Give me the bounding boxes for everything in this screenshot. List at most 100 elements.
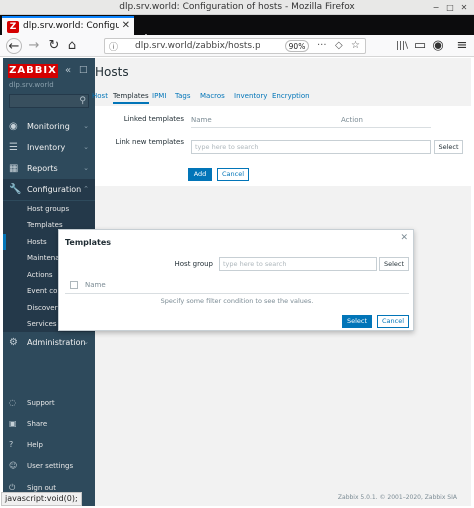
chevron-down-icon: ⌄	[83, 164, 89, 172]
submenu-host-groups[interactable]: Host groups	[3, 201, 95, 217]
zoom-indicator[interactable]: 90%	[285, 40, 309, 52]
forward-button[interactable]: →	[26, 38, 42, 54]
linked-name-header: Name	[191, 116, 212, 124]
sidebar-share-link[interactable]: ▣ Share	[3, 417, 95, 433]
tab-label: dlp.srv.world: Configurati	[23, 21, 119, 31]
help-label: Help	[27, 441, 43, 449]
maximize-icon[interactable]: □	[445, 3, 455, 12]
support-label: Support	[27, 399, 55, 407]
tab-close-icon[interactable]: ✕	[122, 20, 130, 31]
sidebar-search-input[interactable]: ⚲	[9, 94, 89, 108]
account-icon[interactable]: ◉	[430, 38, 446, 54]
sidebar-item-configuration[interactable]: 🔧 Configuration ⌃	[3, 179, 95, 200]
host-group-label: Host group	[174, 260, 214, 268]
user-settings-label: User settings	[27, 462, 74, 470]
sidebar-item-label: Reports	[27, 164, 58, 173]
cancel-button[interactable]: Cancel	[217, 168, 249, 181]
search-icon[interactable]: ⚲	[79, 96, 86, 106]
chevron-down-icon: ⌄	[83, 338, 89, 346]
sidebar-user-settings-link[interactable]: ☺ User settings	[3, 459, 95, 475]
link-new-templates-label: Link new templates	[115, 138, 185, 146]
tab-tags[interactable]: Tags	[175, 92, 191, 100]
empty-message: Specify some filter condition to see the…	[160, 297, 314, 305]
tab-templates[interactable]: Templates	[113, 92, 149, 104]
tab-ipmi[interactable]: IPMI	[152, 92, 166, 100]
tab-host[interactable]: Host	[92, 92, 108, 100]
templates-form: Linked templates Name Action Link new te…	[95, 106, 471, 186]
pocket-icon[interactable]: ◇	[335, 40, 343, 51]
page-actions-icon[interactable]: ···	[317, 40, 327, 51]
sidebar-item-reports[interactable]: ▦ Reports ⌄	[3, 158, 95, 179]
expand-sidebar-icon[interactable]: □	[79, 65, 88, 75]
zabbix-favicon-icon: Z	[7, 21, 19, 33]
divider	[191, 127, 431, 128]
page: ZABBIX « □ dlp.srv.world ⚲ ◉ Monitoring …	[3, 58, 471, 506]
share-icon: ▣	[9, 419, 17, 428]
linked-action-header: Action	[341, 116, 363, 124]
reader-view-icon[interactable]: ▭	[412, 38, 428, 54]
eye-icon: ◉	[9, 121, 18, 132]
dialog-select-button[interactable]: Select	[342, 315, 372, 328]
name-column-header[interactable]: Name	[85, 281, 106, 289]
window-titlebar: dlp.srv.world: Configuration of hosts - …	[0, 0, 474, 15]
chevron-down-icon: ⌄	[83, 143, 89, 151]
sidebar-item-monitoring[interactable]: ◉ Monitoring ⌄	[3, 116, 95, 137]
site-info-icon[interactable]: ⓘ	[109, 40, 118, 53]
sidebar-help-link[interactable]: ? Help	[3, 438, 95, 454]
back-button[interactable]: ←	[6, 38, 22, 54]
tab-encryption[interactable]: Encryption	[272, 92, 310, 100]
server-name: dlp.srv.world	[9, 81, 54, 89]
select-templates-button[interactable]: Select	[434, 140, 463, 154]
share-label: Share	[27, 420, 48, 428]
tab-inventory[interactable]: Inventory	[234, 92, 267, 100]
help-icon: ?	[9, 440, 14, 449]
home-button[interactable]: ⌂	[64, 38, 80, 54]
gear-icon: ⚙	[9, 337, 18, 348]
chevron-up-icon: ⌃	[83, 185, 89, 193]
divider	[65, 293, 409, 294]
sidebar-support-link[interactable]: ◌ Support	[3, 396, 95, 412]
support-icon: ◌	[9, 398, 16, 407]
sign-out-label: Sign out	[27, 484, 56, 492]
url-bar[interactable]: ⓘ dlp.srv.world/zabbix/hosts.php? 90% ··…	[104, 38, 366, 54]
wrench-icon: 🔧	[9, 184, 22, 195]
close-window-icon[interactable]: ✕	[459, 3, 469, 12]
sidebar-item-label: Configuration	[27, 185, 82, 194]
status-bar: javascript:void(0);	[1, 492, 82, 506]
sidebar-item-inventory[interactable]: ☰ Inventory ⌄	[3, 137, 95, 158]
report-icon: ▦	[9, 163, 19, 174]
nav-bar: ← → ↻ ⌂ ⓘ dlp.srv.world/zabbix/hosts.php…	[0, 35, 474, 57]
collapse-sidebar-icon[interactable]: «	[65, 65, 71, 76]
page-title: Hosts	[95, 65, 129, 79]
tab-strip: Z dlp.srv.world: Configurati ✕ +	[0, 15, 474, 47]
select-all-checkbox[interactable]	[70, 281, 78, 289]
sidebar-item-label: Inventory	[27, 143, 66, 152]
bookmark-star-icon[interactable]: ☆	[351, 40, 360, 51]
dialog-title: Templates	[65, 238, 112, 247]
host-group-input[interactable]: type here to search	[219, 257, 377, 271]
library-icon[interactable]: |||\	[394, 38, 410, 54]
linked-templates-label: Linked templates	[123, 115, 184, 123]
reload-button[interactable]: ↻	[46, 38, 62, 54]
chevron-down-icon: ⌄	[83, 122, 89, 130]
zabbix-logo[interactable]: ZABBIX	[8, 64, 58, 78]
minimize-icon[interactable]: −	[431, 3, 441, 12]
user-icon: ☺	[9, 461, 18, 470]
host-tabs: Host Templates IPMI Tags Macros Inventor…	[92, 92, 471, 106]
link-templates-input[interactable]: type here to search	[191, 140, 431, 154]
host-group-select-button[interactable]: Select	[379, 257, 409, 271]
list-icon: ☰	[9, 142, 18, 153]
dialog-cancel-button[interactable]: Cancel	[377, 315, 409, 328]
sidebar-item-label: Administration	[27, 338, 86, 347]
sidebar-item-label: Monitoring	[27, 122, 70, 131]
close-icon[interactable]: ✕	[400, 233, 408, 243]
templates-dialog: Templates ✕ Host group type here to sear…	[58, 229, 414, 331]
tab-macros[interactable]: Macros	[200, 92, 225, 100]
add-button[interactable]: Add	[188, 168, 212, 181]
browser-tab[interactable]: Z dlp.srv.world: Configurati ✕	[2, 16, 134, 35]
footer-copyright: Zabbix 5.0.1. © 2001–2020, Zabbix SIA	[337, 494, 457, 501]
window-title: dlp.srv.world: Configuration of hosts - …	[119, 2, 355, 12]
url-text[interactable]: dlp.srv.world/zabbix/hosts.php?	[135, 41, 260, 51]
sidebar-item-administration[interactable]: ⚙ Administration ⌄	[3, 332, 95, 353]
menu-icon[interactable]: ≡	[454, 38, 470, 54]
